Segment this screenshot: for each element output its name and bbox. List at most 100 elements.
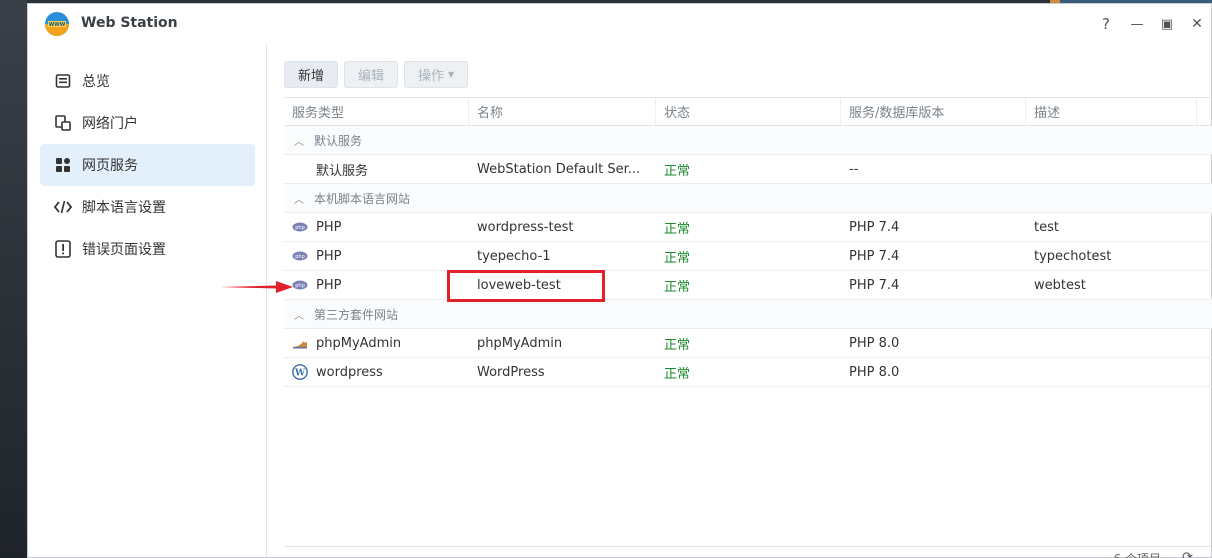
svg-text:W: W (294, 369, 306, 379)
item-count: 6 个项目 (1114, 550, 1161, 558)
wordpress-icon: W (292, 364, 308, 380)
group-header-default[interactable]: ︿ 默认服务 (284, 126, 1212, 155)
sidebar-item-web-service[interactable]: 网页服务 (40, 144, 255, 186)
cell-type: phpMyAdmin (284, 335, 469, 351)
sidebar-item-overview[interactable]: 总览 (40, 60, 255, 102)
action-dropdown-button[interactable]: 操作 ▼ (404, 61, 469, 88)
table-row[interactable]: php PHP wordpress-test 正常 PHP 7.4 test (284, 213, 1212, 242)
cell-type-text: wordpress (316, 364, 383, 380)
column-header-description[interactable]: 描述 (1026, 98, 1197, 125)
cell-type: W wordpress (284, 364, 469, 380)
cell-name: tyepecho-1 (477, 248, 551, 264)
main-panel: 新增 编辑 操作 ▼ 服务类型 名称 状态 服务/数据库版本 描述 ︿ 默认服务 … (268, 44, 1212, 558)
web-station-logo-icon: WWW (45, 12, 69, 36)
cell-type: 默认服务 (316, 163, 369, 179)
column-header-status[interactable]: 状态 (656, 98, 841, 125)
sidebar-item-label: 总览 (82, 74, 110, 90)
edit-button-label: 编辑 (358, 69, 385, 84)
group-title: 第三方套件网站 (314, 307, 399, 322)
chevron-up-icon: ︿ (294, 194, 304, 206)
sidebar-item-label: 错误页面设置 (82, 242, 166, 258)
cell-type-text: phpMyAdmin (316, 335, 402, 351)
table-row[interactable]: php PHP tyepecho-1 正常 PHP 7.4 typechotes… (284, 242, 1212, 271)
cell-type-text: PHP (316, 277, 342, 293)
error-page-icon (54, 240, 72, 258)
sidebar-item-label: 网络门户 (82, 116, 138, 132)
table-row[interactable]: phpMyAdmin phpMyAdmin 正常 PHP 8.0 (284, 329, 1212, 358)
cell-version: -- (849, 161, 859, 177)
group-header-third-party[interactable]: ︿ 第三方套件网站 (284, 300, 1212, 329)
maximize-icon[interactable]: ▣ (1157, 14, 1177, 34)
sidebar-item-label: 脚本语言设置 (82, 200, 166, 216)
cell-type-text: PHP (316, 248, 342, 264)
group-header-local-script[interactable]: ︿ 本机脚本语言网站 (284, 184, 1212, 213)
cell-version: PHP 8.0 (849, 364, 900, 380)
cell-version: PHP 7.4 (849, 219, 900, 235)
table-row[interactable]: W wordpress WordPress 正常 PHP 8.0 (284, 358, 1212, 387)
column-header-spacer (1197, 98, 1212, 125)
group-title: 默认服务 (314, 133, 363, 148)
svg-text:php: php (295, 283, 305, 289)
close-icon[interactable]: ✕ (1187, 14, 1207, 34)
cell-version: PHP 8.0 (849, 335, 900, 351)
cell-name: WebStation Default Ser... (477, 161, 641, 177)
code-icon (54, 198, 72, 216)
cell-name: phpMyAdmin (477, 335, 563, 351)
cell-name: wordpress-test (477, 219, 574, 235)
create-button[interactable]: 新增 (284, 61, 339, 88)
portal-icon (54, 114, 72, 132)
cell-description: test (1034, 219, 1059, 235)
column-header-name[interactable]: 名称 (469, 98, 656, 125)
highlight-box (447, 270, 605, 302)
cell-version: PHP 7.4 (849, 248, 900, 264)
svg-text:php: php (295, 225, 305, 231)
edit-button[interactable]: 编辑 (344, 61, 399, 88)
php-icon: php (292, 251, 308, 261)
cell-status: 正常 (664, 250, 691, 266)
sidebar-item-script-language[interactable]: 脚本语言设置 (40, 186, 255, 228)
desktop-background (0, 0, 27, 558)
cell-status: 正常 (664, 221, 691, 237)
grid-footer (284, 546, 1211, 558)
cell-type: php PHP (284, 248, 469, 264)
sidebar: 总览 网络门户 网页服务 脚本语言设置 错误页面设置 (28, 44, 267, 557)
chevron-up-icon: ︿ (294, 310, 304, 322)
window-title: Web Station (81, 15, 178, 31)
cell-type: php PHP (284, 277, 469, 293)
phpmyadmin-icon (293, 341, 307, 349)
caret-down-icon: ▼ (448, 70, 455, 79)
minimize-icon[interactable]: — (1127, 14, 1147, 34)
cell-name: WordPress (477, 364, 545, 380)
sidebar-item-label: 网页服务 (82, 158, 138, 174)
overview-icon (54, 72, 72, 90)
refresh-icon[interactable]: ⟳ (1182, 550, 1193, 558)
cell-description: webtest (1034, 277, 1086, 293)
help-icon[interactable]: ? (1096, 14, 1116, 34)
svg-text:php: php (295, 254, 305, 260)
table-row[interactable]: 默认服务 WebStation Default Ser... 正常 -- (284, 155, 1212, 184)
svg-text:WWW: WWW (49, 22, 66, 28)
cell-status: 正常 (664, 337, 691, 353)
table-row[interactable]: php PHP loveweb-test 正常 PHP 7.4 webtest (284, 271, 1212, 300)
toolbar: 新增 编辑 操作 ▼ (284, 61, 469, 88)
cell-description: typechotest (1034, 248, 1112, 264)
cell-type-text: PHP (316, 219, 342, 235)
php-icon: php (292, 280, 308, 290)
action-button-label: 操作 (418, 69, 445, 84)
cell-type: php PHP (284, 219, 469, 235)
chevron-up-icon: ︿ (294, 136, 304, 148)
grid-header: 服务类型 名称 状态 服务/数据库版本 描述 (284, 97, 1212, 126)
cell-status: 正常 (664, 163, 691, 179)
sidebar-item-portal[interactable]: 网络门户 (40, 102, 255, 144)
php-icon: php (292, 222, 308, 232)
service-grid: 服务类型 名称 状态 服务/数据库版本 描述 ︿ 默认服务 默认服务 WebSt… (284, 97, 1212, 387)
cell-status: 正常 (664, 366, 691, 382)
title-bar: WWW Web Station ? — ▣ ✕ (28, 4, 1211, 44)
web-station-window: WWW Web Station ? — ▣ ✕ 总览 网络门户 网页服务 脚本语… (27, 3, 1212, 558)
create-button-label: 新增 (298, 69, 325, 84)
cell-status: 正常 (664, 279, 691, 295)
column-header-type[interactable]: 服务类型 (284, 98, 469, 125)
cell-version: PHP 7.4 (849, 277, 900, 293)
column-header-version[interactable]: 服务/数据库版本 (841, 98, 1026, 125)
sidebar-item-error-page[interactable]: 错误页面设置 (40, 228, 255, 270)
